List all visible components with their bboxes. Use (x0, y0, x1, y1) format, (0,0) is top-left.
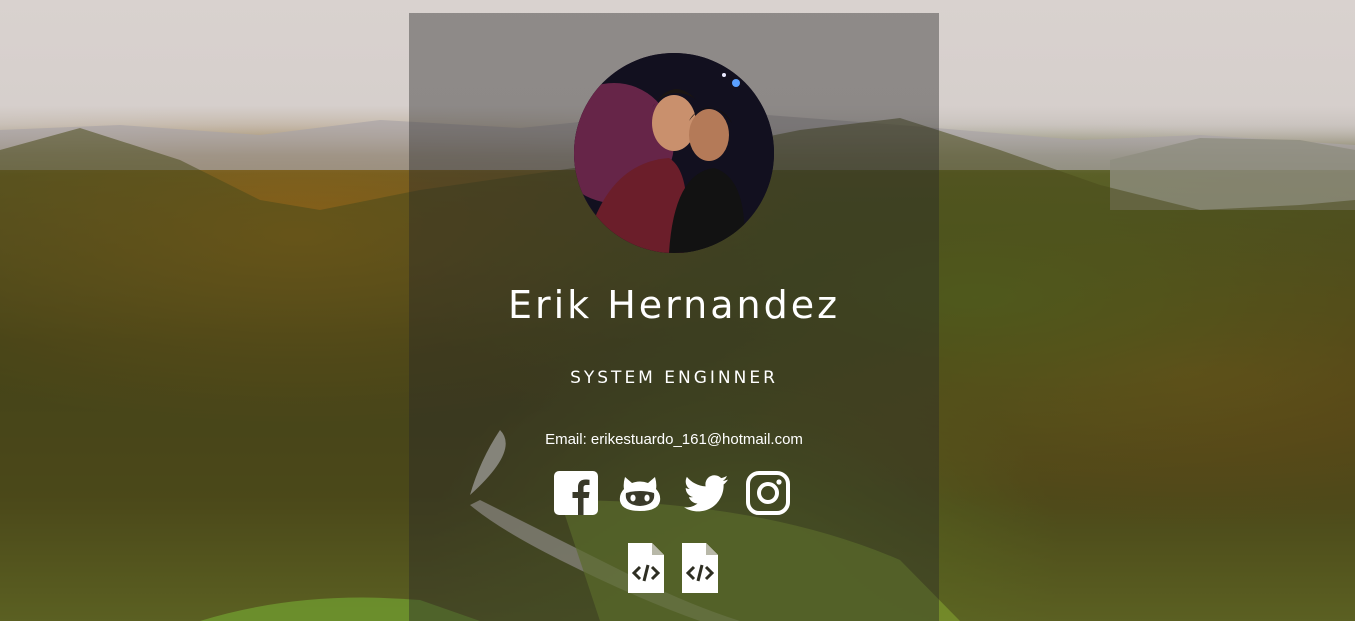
code-file-link-2[interactable] (680, 541, 720, 595)
twitter-link[interactable] (682, 471, 728, 515)
file-links (626, 541, 720, 595)
profile-name: Erik Hernandez (507, 283, 841, 327)
twitter-icon (684, 475, 728, 512)
github-link[interactable] (618, 471, 662, 515)
instagram-icon (746, 471, 790, 515)
code-file-icon (682, 543, 718, 593)
instagram-link[interactable] (746, 471, 790, 515)
social-links (554, 471, 790, 515)
code-file-icon (628, 543, 664, 593)
code-file-link-1[interactable] (626, 541, 666, 595)
facebook-link[interactable] (554, 471, 598, 515)
profile-email: Email: erikestuardo_161@hotmail.com (545, 431, 803, 448)
github-icon (619, 477, 661, 511)
profile-role: SYSTEM ENGINNER (570, 368, 778, 388)
profile-avatar (574, 53, 774, 253)
avatar-photo (574, 53, 774, 253)
profile-card: Erik Hernandez SYSTEM ENGINNER Email: er… (409, 13, 939, 621)
facebook-icon (554, 471, 598, 515)
